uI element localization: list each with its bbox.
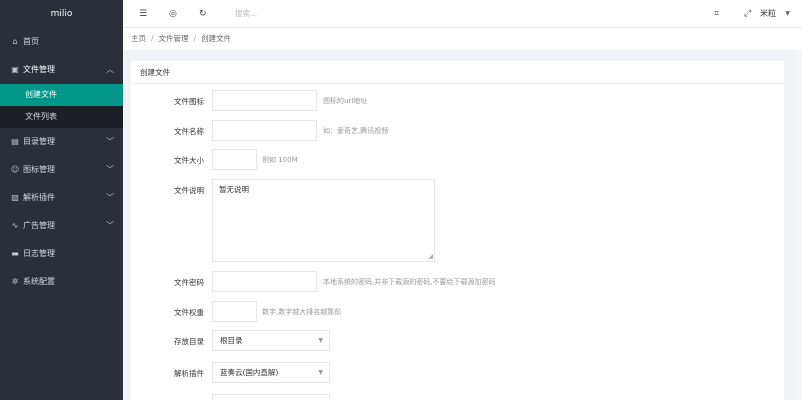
file-weight-input[interactable] bbox=[212, 301, 257, 322]
chevron-down-icon: ﹀ bbox=[106, 221, 114, 230]
chevron-down-icon[interactable]: ▼ bbox=[785, 0, 790, 28]
fullscreen-icon[interactable]: ⤢ bbox=[744, 0, 751, 28]
sidebar-item-label: 文件管理 bbox=[23, 65, 55, 74]
scrollbar[interactable] bbox=[795, 50, 802, 400]
sidebar-item-label: 日志管理 bbox=[23, 249, 55, 258]
resize-handle-icon[interactable]: ◢ bbox=[428, 253, 433, 260]
top-header: ☰ ◎ ↻ 搜索... ⌗ ⤢ 米粒 ▼ bbox=[123, 0, 802, 28]
file-password-hint: 本地系统的密码,并非下载源的密码,不要给下载源加密码 bbox=[323, 278, 496, 286]
breadcrumb: 主页 / 文件管理 / 创建文件 bbox=[123, 28, 802, 50]
file-name-input[interactable] bbox=[212, 120, 317, 141]
menu-toggle-icon[interactable]: ☰ bbox=[139, 0, 147, 28]
tag-icon[interactable]: ⌗ bbox=[714, 0, 719, 28]
sidebar-item-label: 系统配置 bbox=[23, 277, 55, 286]
create-file-card: 创建文件 文件图标 图标的url地址 文件名称 如：爱奇艺,腾讯视频 文件大小 … bbox=[131, 61, 784, 400]
sidebar-item-label: 首页 bbox=[23, 37, 39, 46]
sidebar-item-file-list[interactable]: 文件列表 bbox=[0, 106, 123, 128]
sidebar-item-home[interactable]: ⌂ 首页 bbox=[0, 28, 123, 56]
sidebar-item-label: 解析插件 bbox=[23, 193, 55, 202]
chevron-down-icon: ▼ bbox=[318, 369, 323, 376]
file-size-input[interactable] bbox=[212, 149, 257, 170]
file-icon-hint: 图标的url地址 bbox=[323, 97, 368, 105]
chevron-down-icon: ﹀ bbox=[106, 137, 114, 146]
plugin-icon: ▨ bbox=[11, 193, 19, 202]
sidebar-item-directory-management[interactable]: ▤ 目录管理 ﹀ bbox=[0, 128, 123, 156]
sidebar-item-label: 目录管理 bbox=[23, 137, 55, 146]
plugin-label: 解析插件 bbox=[174, 369, 204, 378]
file-size-label: 文件大小 bbox=[174, 156, 204, 165]
refresh-icon[interactable]: ↻ bbox=[199, 0, 207, 28]
sidebar-item-log-management[interactable]: ▬ 日志管理 bbox=[0, 240, 123, 268]
breadcrumb-home[interactable]: 主页 bbox=[131, 34, 146, 43]
sidebar-item-create-file[interactable]: 创建文件 bbox=[0, 84, 123, 106]
file-weight-hint: 数字,数字越大排名越靠前 bbox=[262, 308, 342, 316]
app-logo: milio bbox=[50, 9, 73, 19]
folder-icon: ▤ bbox=[11, 137, 19, 146]
directory-label: 存放目录 bbox=[174, 337, 204, 346]
smile-icon: ☺ bbox=[10, 165, 20, 174]
user-name[interactable]: 米粒 bbox=[760, 0, 776, 28]
sidebar-item-ad-management[interactable]: ∿ 广告管理 ﹀ bbox=[0, 212, 123, 240]
directory-select[interactable]: 根目录 ▼ bbox=[212, 330, 330, 351]
file-icon-input[interactable] bbox=[212, 90, 317, 111]
card-title: 创建文件 bbox=[131, 61, 784, 84]
globe-icon[interactable]: ◎ bbox=[169, 0, 177, 28]
file-desc-textarea[interactable]: 暂无说明 ◢ bbox=[212, 179, 435, 262]
sidebar-item-system-config[interactable]: ✲ 系统配置 bbox=[0, 268, 123, 296]
plugin-select[interactable]: 蓝奏云(国内直解) ▼ bbox=[212, 362, 330, 383]
file-weight-label: 文件权重 bbox=[174, 308, 204, 317]
search-input[interactable]: 搜索... bbox=[235, 8, 257, 19]
file-name-hint: 如：爱奇艺,腾讯视频 bbox=[323, 127, 389, 135]
sidebar-item-label: 广告管理 bbox=[23, 221, 55, 230]
file-icon: ▣ bbox=[11, 65, 19, 74]
chevron-up-icon: ︿ bbox=[106, 65, 114, 74]
file-name-label: 文件名称 bbox=[174, 127, 204, 136]
next-field-input[interactable] bbox=[212, 394, 330, 400]
file-size-hint: 例如 100M bbox=[262, 156, 298, 164]
chevron-down-icon: ﹀ bbox=[106, 193, 114, 202]
breadcrumb-create-file: 创建文件 bbox=[201, 34, 232, 43]
sidebar: milio ⌂ 首页 ▣ 文件管理 ︿ 创建文件 文件列表 ▤ 目录管理 ﹀ ☺ 图标管… bbox=[0, 0, 123, 400]
file-password-input[interactable] bbox=[212, 271, 317, 292]
directory-value: 根目录 bbox=[220, 336, 243, 345]
file-password-label: 文件密码 bbox=[174, 278, 204, 287]
chevron-down-icon: ▼ bbox=[318, 337, 323, 344]
breadcrumb-file-management[interactable]: 文件管理 bbox=[159, 34, 189, 43]
sidebar-item-file-management[interactable]: ▣ 文件管理 ︿ bbox=[0, 56, 123, 84]
sidebar-item-parse-plugin[interactable]: ▨ 解析插件 ﹀ bbox=[0, 184, 123, 212]
submenu-file-management: 创建文件 文件列表 bbox=[0, 84, 123, 128]
chevron-down-icon: ﹀ bbox=[106, 165, 114, 174]
sidebar-item-label: 图标管理 bbox=[23, 165, 55, 174]
plugin-value: 蓝奏云(国内直解) bbox=[220, 368, 279, 377]
gear-icon: ✲ bbox=[11, 277, 19, 286]
file-desc-label: 文件说明 bbox=[174, 186, 204, 195]
file-icon-label: 文件图标 bbox=[174, 97, 204, 106]
sidebar-item-icon-management[interactable]: ☺ 图标管理 ﹀ bbox=[0, 156, 123, 184]
home-icon: ⌂ bbox=[12, 37, 18, 46]
log-icon: ▬ bbox=[11, 249, 19, 258]
pulse-icon: ∿ bbox=[11, 221, 19, 230]
file-desc-value: 暂无说明 bbox=[219, 185, 249, 194]
